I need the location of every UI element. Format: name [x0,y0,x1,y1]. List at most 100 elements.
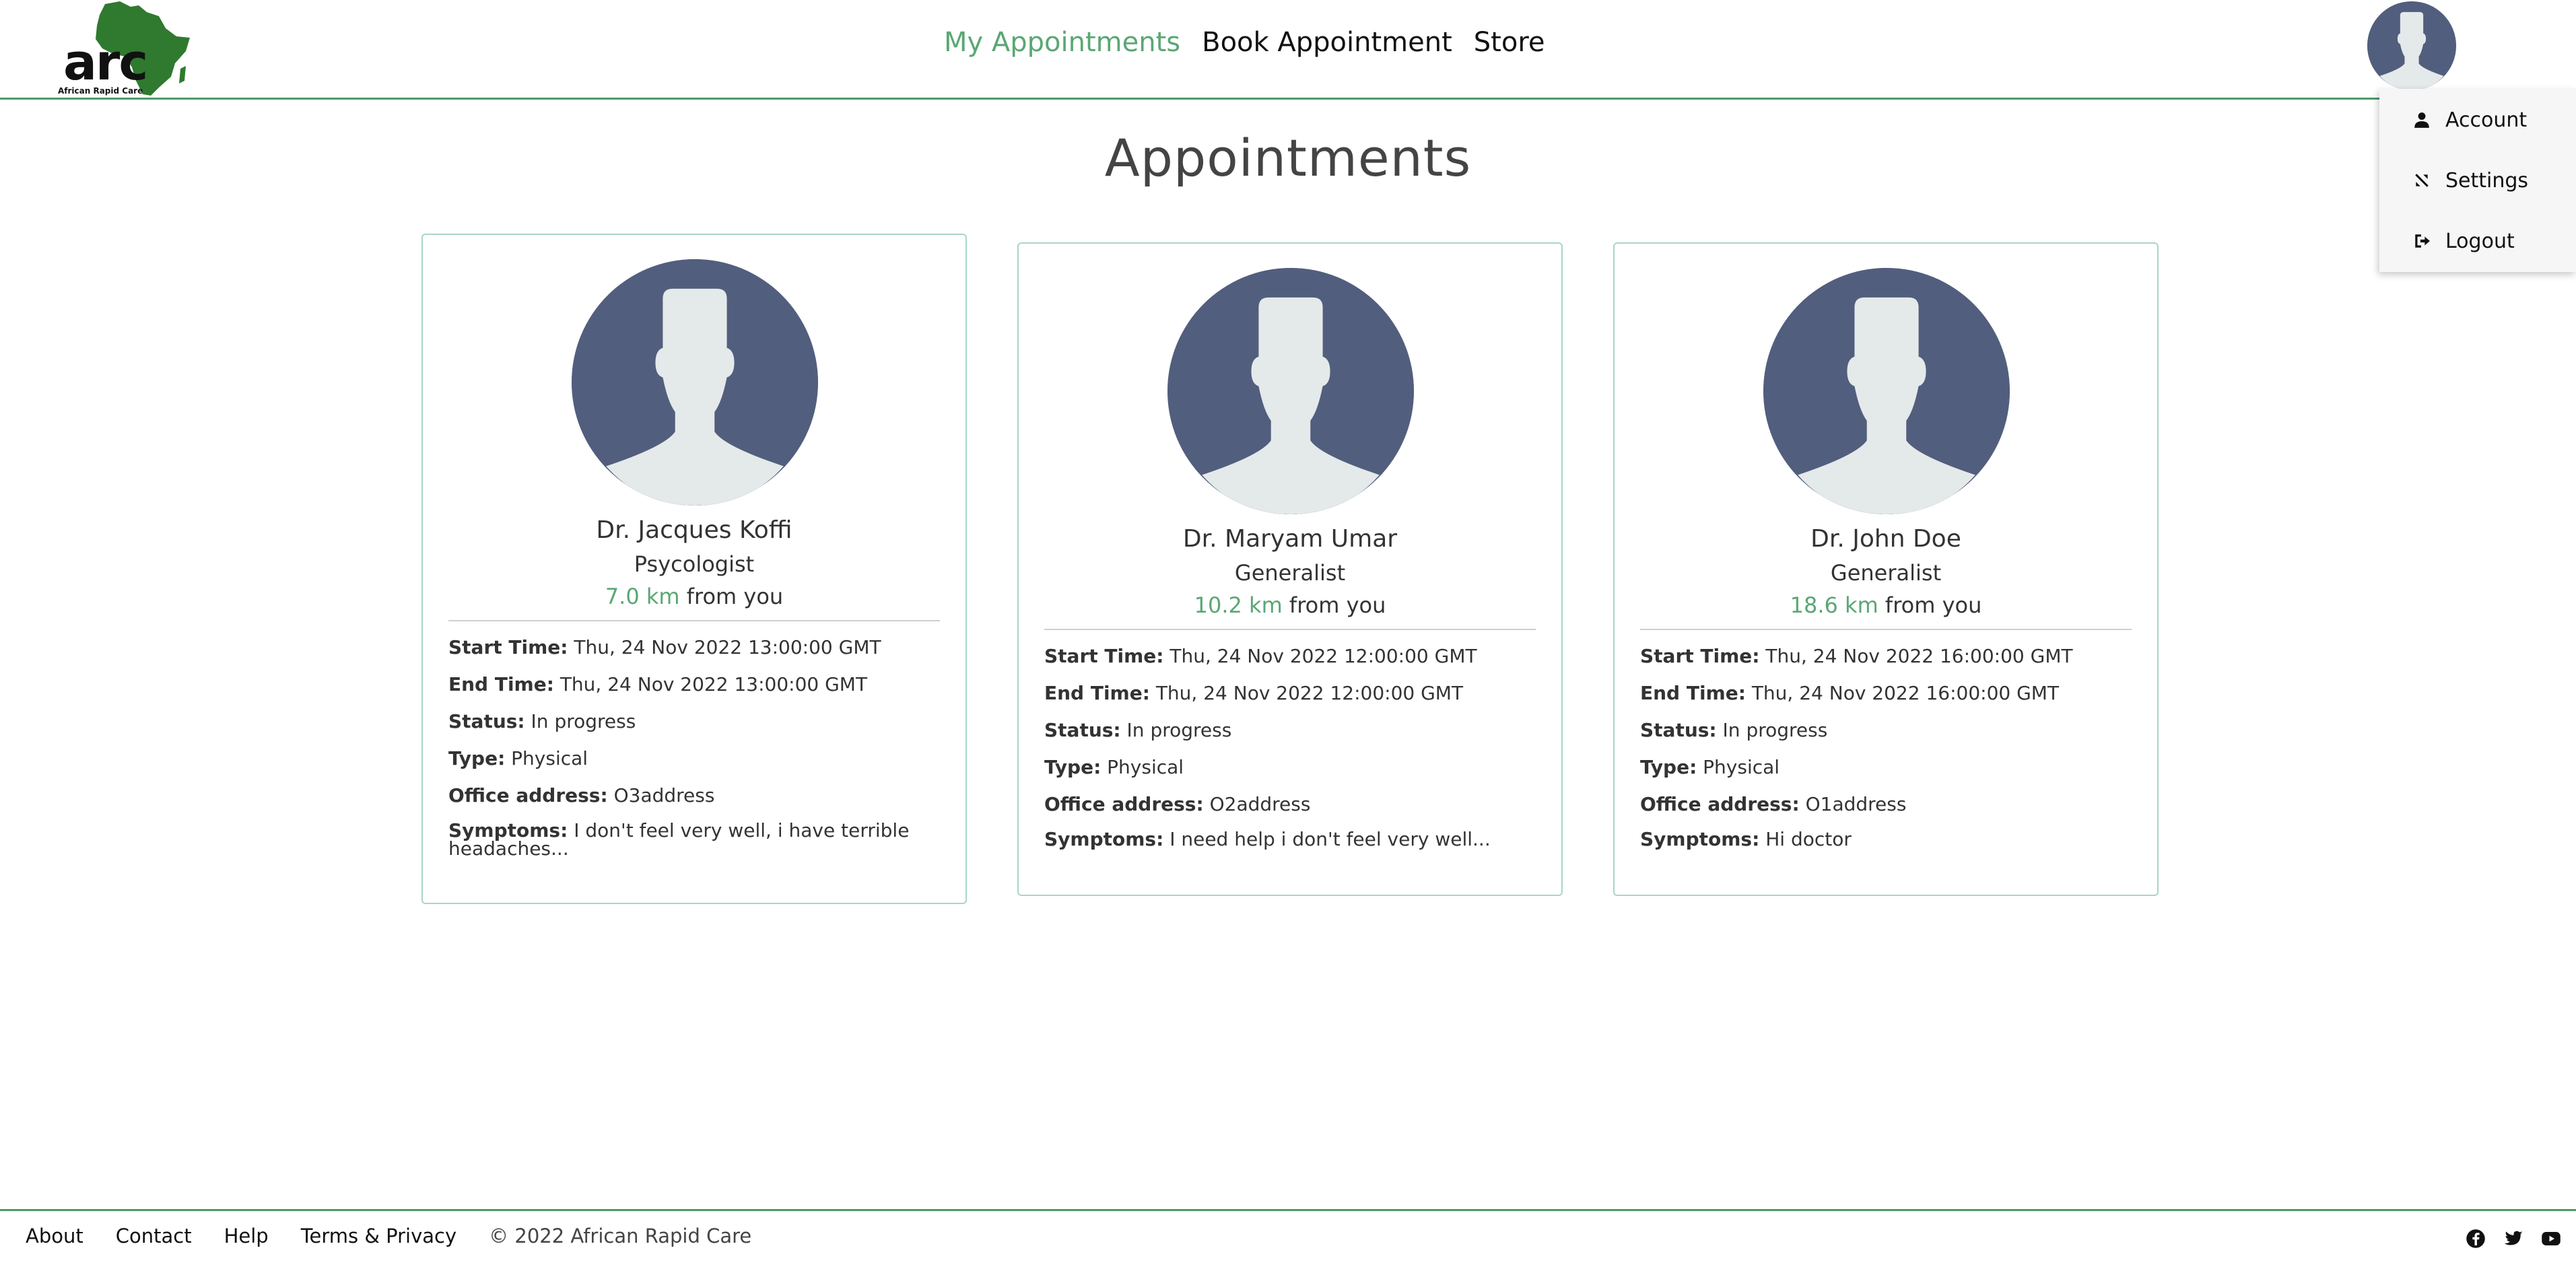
doctor-name: Dr. John Doe [1810,525,1961,553]
distance-value: 10.2 km [1194,592,1283,618]
doctor-name: Dr. Maryam Umar [1182,525,1398,553]
doctor-distance: 18.6 km from you [1615,592,2157,618]
footer-link-contact[interactable]: Contact [116,1225,192,1247]
main-nav: My Appointments Book Appointment Store [944,27,1545,58]
doctor-avatar [1167,268,1414,514]
end-time-row: End Time: Thu, 24 Nov 2022 12:00:00 GMT [1044,682,1536,719]
field-label: Symptoms: [1044,828,1164,850]
appointment-details: Start Time: Thu, 24 Nov 2022 13:00:00 GM… [448,636,940,858]
field-label: Office address: [1044,793,1204,815]
type-value: Physical [1703,756,1780,778]
appointment-card[interactable]: Dr. John Doe Generalist 18.6 km from you… [1613,242,2159,896]
social-links [2466,1229,2561,1249]
footer-link-help[interactable]: Help [224,1225,269,1247]
status-value: In progress [531,710,636,732]
distance-suffix: from you [1289,592,1386,618]
field-label: End Time: [448,673,554,695]
person-silhouette-icon [2367,1,2456,90]
start-time-value: Thu, 24 Nov 2022 16:00:00 GMT [1765,645,2073,667]
type-row: Type: Physical [1640,756,2132,793]
brand-logo[interactable]: arc African Rapid Care [58,1,193,97]
doctor-specialty: Generalist [1830,560,1942,586]
copyright-text: © 2022 African Rapid Care [489,1225,752,1247]
office-address-value: O1address [1805,793,1907,815]
field-label: Status: [1640,719,1717,741]
field-label: End Time: [1044,682,1150,704]
doctor-specialty: Generalist [1234,560,1346,586]
card-divider [448,620,940,621]
card-divider [1044,629,1536,630]
office-address-row: Office address: O2address [1044,793,1536,830]
office-address-value: O3address [613,784,715,806]
status-row: Status: In progress [448,710,940,747]
page-title: Appointments [1104,128,1472,188]
field-label: Type: [1044,756,1101,778]
doctor-avatar [1763,268,2010,514]
doctor-specialty: Psycologist [634,551,755,577]
field-label: Type: [1640,756,1697,778]
user-icon [2414,112,2429,128]
appointment-details: Start Time: Thu, 24 Nov 2022 12:00:00 GM… [1044,645,1536,867]
appointment-card[interactable]: Dr. Jacques Koffi Psycologist 7.0 km fro… [421,234,967,904]
footer-link-terms-privacy[interactable]: Terms & Privacy [301,1225,456,1247]
distance-value: 7.0 km [605,584,680,609]
status-value: In progress [1126,719,1232,741]
end-time-value: Thu, 24 Nov 2022 12:00:00 GMT [1155,682,1464,704]
doctor-name: Dr. Jacques Koffi [596,516,792,544]
menu-item-label: Logout [2445,229,2515,253]
nav-book-appointment[interactable]: Book Appointment [1202,27,1452,58]
start-time-row: Start Time: Thu, 24 Nov 2022 13:00:00 GM… [448,636,940,673]
start-time-row: Start Time: Thu, 24 Nov 2022 16:00:00 GM… [1640,645,2132,682]
footer-links: About Contact Help Terms & Privacy © 202… [26,1225,751,1247]
distance-suffix: from you [1885,592,1982,618]
facebook-icon[interactable] [2466,1229,2486,1249]
field-label: Start Time: [1640,645,1760,667]
nav-my-appointments[interactable]: My Appointments [944,27,1180,58]
doctor-distance: 7.0 km from you [423,584,965,609]
field-label: Office address: [448,784,608,806]
footer-link-about[interactable]: About [26,1225,83,1247]
appointment-card[interactable]: Dr. Maryam Umar Generalist 10.2 km from … [1017,242,1563,896]
twitter-icon[interactable] [2503,1229,2523,1249]
page-footer: About Contact Help Terms & Privacy © 202… [0,1209,2576,1273]
type-value: Physical [1107,756,1184,778]
person-silhouette-icon [1167,268,1414,514]
field-label: Type: [448,747,506,769]
symptoms-row: Symptoms: Hi doctor [1640,830,2132,867]
card-divider [1640,629,2132,630]
office-address-row: Office address: O1address [1640,793,2132,830]
status-row: Status: In progress [1044,719,1536,756]
top-header: arc African Rapid Care My Appointments B… [0,0,2576,100]
symptoms-value: Hi doctor [1765,828,1852,850]
end-time-value: Thu, 24 Nov 2022 16:00:00 GMT [1751,682,2060,704]
doctor-distance: 10.2 km from you [1019,592,1561,618]
field-label: Start Time: [448,636,568,658]
person-silhouette-icon [572,259,818,506]
field-label: Start Time: [1044,645,1164,667]
logo-subtitle: African Rapid Care [58,86,143,96]
end-time-row: End Time: Thu, 24 Nov 2022 13:00:00 GMT [448,673,940,710]
field-label: Symptoms: [1640,828,1760,850]
distance-value: 18.6 km [1790,592,1878,618]
office-address-value: O2address [1209,793,1311,815]
status-row: Status: In progress [1640,719,2132,756]
nav-store[interactable]: Store [1474,27,1545,58]
type-row: Type: Physical [1044,756,1536,793]
user-avatar[interactable] [2367,1,2456,90]
menu-item-logout[interactable]: Logout [2413,221,2515,261]
distance-suffix: from you [686,584,784,609]
start-time-row: Start Time: Thu, 24 Nov 2022 12:00:00 GM… [1044,645,1536,682]
person-silhouette-icon [1763,268,2010,514]
symptoms-row: Symptoms: I need help i don't feel very … [1044,830,1536,867]
start-time-value: Thu, 24 Nov 2022 12:00:00 GMT [1170,645,1477,667]
field-label: Status: [448,710,525,732]
end-time-row: End Time: Thu, 24 Nov 2022 16:00:00 GMT [1640,682,2132,719]
appointment-details: Start Time: Thu, 24 Nov 2022 16:00:00 GM… [1640,645,2132,867]
start-time-value: Thu, 24 Nov 2022 13:00:00 GMT [574,636,881,658]
status-value: In progress [1722,719,1828,741]
type-row: Type: Physical [448,747,940,784]
office-address-row: Office address: O3address [448,784,940,821]
symptoms-value: I need help i don't feel very well... [1170,828,1491,850]
youtube-icon[interactable] [2541,1229,2561,1249]
type-value: Physical [511,747,588,769]
